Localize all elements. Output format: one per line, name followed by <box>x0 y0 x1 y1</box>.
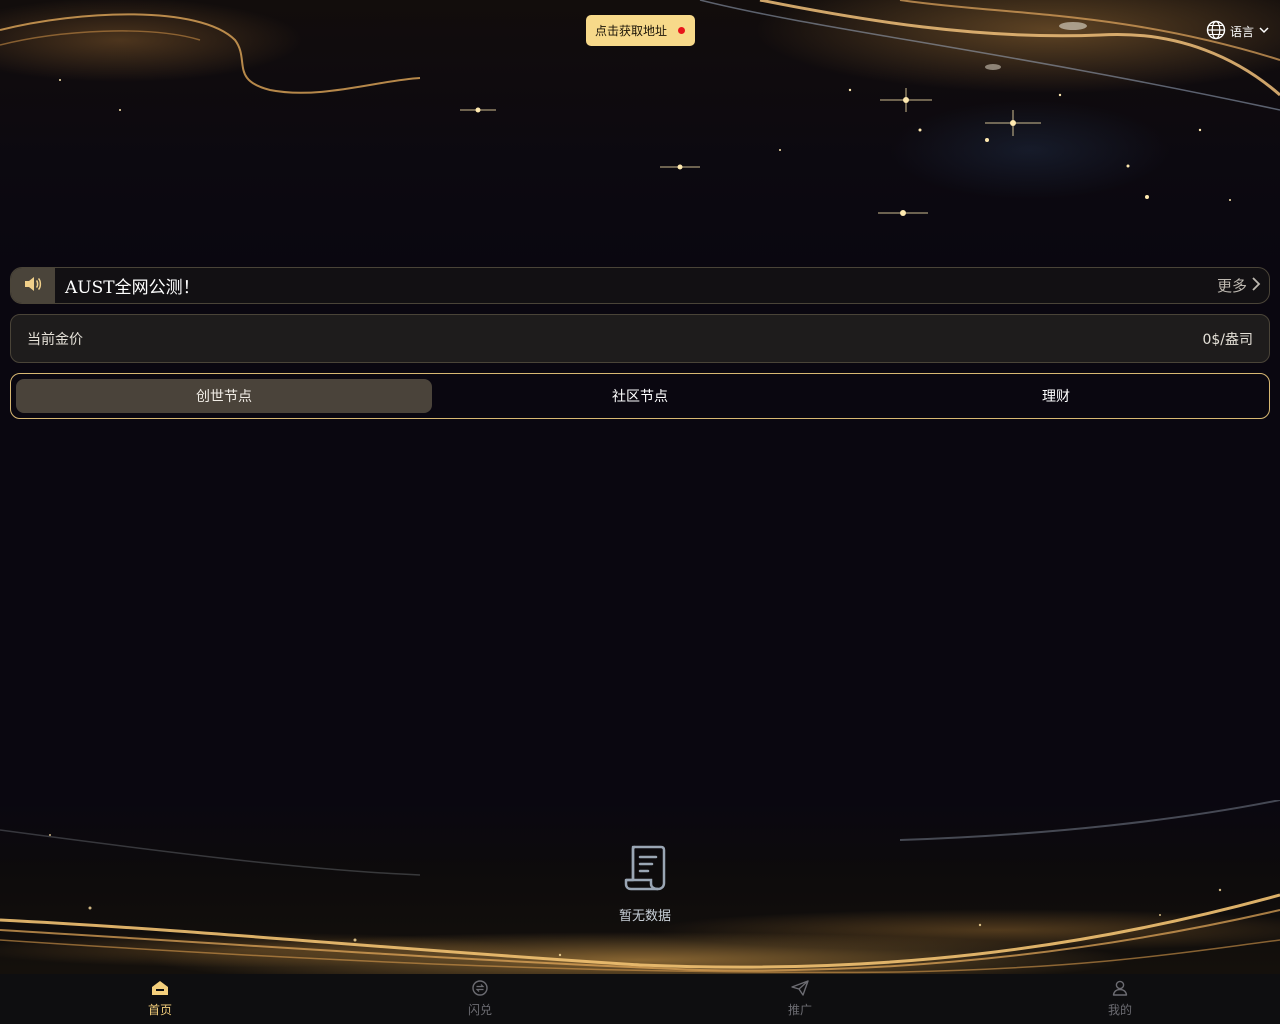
home-icon <box>151 980 169 999</box>
tab-community-node[interactable]: 社区节点 <box>432 379 848 413</box>
tab-wealth-management[interactable]: 理财 <box>848 379 1264 413</box>
document-icon <box>623 843 667 897</box>
notice-icon-container <box>11 268 55 303</box>
get-address-label: 点击获取地址 <box>595 24 668 38</box>
more-label: 更多 <box>1216 277 1247 295</box>
language-selector[interactable]: 语言 <box>1206 20 1270 42</box>
nav-promote[interactable]: 推广 <box>640 974 960 1024</box>
globe-icon <box>1206 20 1226 43</box>
nav-swap[interactable]: 闪兑 <box>320 974 640 1024</box>
notice-bar[interactable]: AUST全网公测！ 更多 <box>10 267 1270 304</box>
nav-swap-label: 闪兑 <box>467 1003 492 1017</box>
chevron-down-icon <box>1258 24 1270 39</box>
send-icon <box>791 980 809 999</box>
nav-mine[interactable]: 我的 <box>960 974 1280 1024</box>
chevron-right-icon <box>1251 276 1261 296</box>
user-icon <box>1111 980 1129 999</box>
swap-icon <box>471 980 489 999</box>
nav-home-label: 首页 <box>147 1003 172 1017</box>
nav-promote-label: 推广 <box>787 1003 812 1017</box>
empty-state-text: 暂无数据 <box>618 909 671 924</box>
gold-price-label: 当前金价 <box>27 331 83 348</box>
status-dot <box>678 27 685 34</box>
gold-price-card: 当前金价 0$/盎司 <box>10 314 1270 363</box>
get-address-button[interactable]: 点击获取地址 <box>586 15 695 46</box>
bottom-navigation: 首页 闪兑 推广 我的 <box>0 974 1280 1024</box>
nav-mine-label: 我的 <box>1107 1003 1132 1017</box>
tab-genesis-node[interactable]: 创世节点 <box>16 379 432 413</box>
gold-price-value: 0$/盎司 <box>1202 331 1253 348</box>
language-label: 语言 <box>1229 24 1254 39</box>
node-tabs: 创世节点 社区节点 理财 <box>10 373 1270 419</box>
speaker-icon <box>24 276 42 296</box>
empty-state: 暂无数据 <box>590 843 700 924</box>
notice-text: AUST全网公测！ <box>65 278 200 298</box>
nav-home[interactable]: 首页 <box>0 974 320 1024</box>
notice-more-button[interactable]: 更多 <box>1217 275 1269 296</box>
